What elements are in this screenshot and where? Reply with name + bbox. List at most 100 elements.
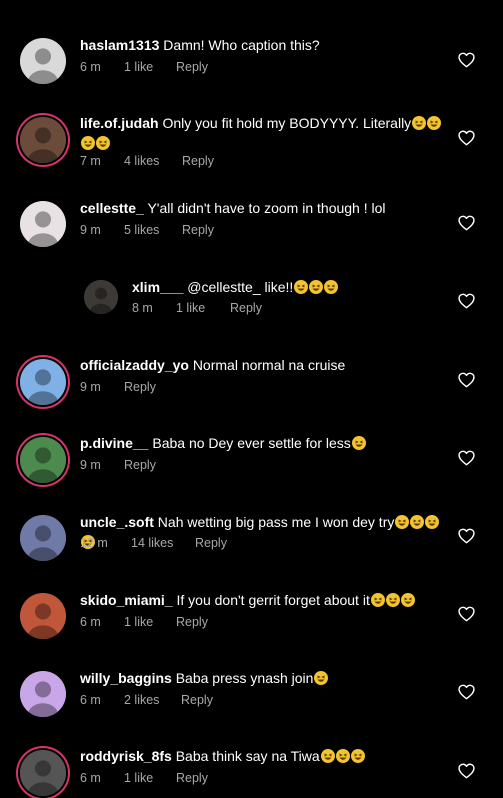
- timestamp: 6 m: [80, 60, 101, 74]
- grinning-squinting-face-emoji: [81, 136, 95, 150]
- reply-button[interactable]: Reply: [176, 60, 208, 74]
- avatar[interactable]: [20, 750, 66, 796]
- comment-text: haslam1313 Damn! Who caption this?: [80, 35, 450, 55]
- grinning-squinting-face-emoji: [294, 280, 309, 294]
- grinning-squinting-face-emoji: [350, 749, 365, 763]
- avatar[interactable]: [20, 437, 66, 483]
- comment-text: skido_miami_ If you don't gerrit forget …: [80, 590, 450, 610]
- comment-body: @cellestte_ like!!: [187, 279, 294, 295]
- avatar[interactable]: [84, 280, 118, 314]
- heart-icon[interactable]: [458, 293, 475, 309]
- comment-body: Baba no Dey ever settle for less: [152, 435, 351, 451]
- timestamp: 7 m: [80, 154, 101, 168]
- comment-body: Baba think say na Tiwa: [175, 748, 320, 764]
- reply-button[interactable]: Reply: [182, 223, 214, 237]
- grinning-squinting-face-emoji: [427, 116, 442, 130]
- comment-body: Damn! Who caption this?: [163, 37, 320, 53]
- comment-meta: 6 m 1 like Reply: [80, 771, 208, 785]
- username[interactable]: willy_baggins: [80, 670, 172, 686]
- likes-count[interactable]: 4 likes: [124, 154, 182, 168]
- timestamp: 6 m: [80, 693, 101, 707]
- avatar[interactable]: [20, 359, 66, 405]
- reply-button[interactable]: Reply: [182, 154, 214, 168]
- username[interactable]: p.divine__: [80, 435, 148, 451]
- avatar[interactable]: [20, 117, 66, 163]
- likes-count[interactable]: 5 likes: [124, 223, 182, 237]
- reply-button[interactable]: Reply: [176, 771, 208, 785]
- comment-meta: 6 m 1 like Reply: [80, 615, 208, 629]
- heart-icon[interactable]: [458, 130, 475, 146]
- username[interactable]: skido_miami_: [80, 592, 173, 608]
- grinning-squinting-face-emoji: [309, 280, 324, 294]
- heart-icon[interactable]: [458, 450, 475, 466]
- likes-count[interactable]: 2 likes: [124, 693, 181, 707]
- likes-count[interactable]: 1 like: [124, 771, 176, 785]
- username[interactable]: officialzaddy_yo: [80, 357, 189, 373]
- heart-icon[interactable]: [458, 528, 475, 544]
- avatar[interactable]: [20, 38, 66, 84]
- username[interactable]: haslam1313: [80, 37, 159, 53]
- comment-text: life.of.judah Only you fit hold my BODYY…: [80, 113, 450, 153]
- grinning-squinting-face-emoji: [395, 515, 410, 529]
- comment-body: Normal normal na cruise: [192, 357, 346, 373]
- avatar[interactable]: [20, 671, 66, 717]
- username[interactable]: roddyrisk_8fs: [80, 748, 172, 764]
- comment-text: roddyrisk_8fs Baba think say na Tiwa: [80, 746, 450, 766]
- username[interactable]: life.of.judah: [80, 115, 159, 131]
- heart-icon[interactable]: [458, 372, 475, 388]
- heart-icon[interactable]: [458, 763, 475, 779]
- username[interactable]: uncle_.soft: [80, 514, 154, 530]
- comment-meta: 8 m 1 like Reply: [132, 301, 262, 315]
- grinning-squinting-face-emoji: [351, 436, 366, 450]
- timestamp: 12 m: [80, 536, 108, 550]
- reply-button[interactable]: Reply: [124, 380, 156, 394]
- comment-body: If you don't gerrit forget about it: [176, 592, 370, 608]
- grinning-squinting-face-emoji: [335, 749, 350, 763]
- username[interactable]: xlim___: [132, 279, 183, 295]
- heart-icon[interactable]: [458, 606, 475, 622]
- comment-text: p.divine__ Baba no Dey ever settle for l…: [80, 433, 450, 453]
- timestamp: 9 m: [80, 458, 101, 472]
- comment-meta: 7 m 4 likes Reply: [80, 154, 214, 168]
- grinning-squinting-face-emoji: [425, 515, 440, 529]
- reply-button[interactable]: Reply: [176, 615, 208, 629]
- comment-body: Y'all didn't have to zoom in though ! lo…: [147, 200, 386, 216]
- likes-count[interactable]: 1 like: [124, 615, 176, 629]
- avatar[interactable]: [20, 593, 66, 639]
- grinning-squinting-face-emoji: [385, 593, 400, 607]
- comment-body: Only you fit hold my BODYYYY. Literally: [162, 115, 412, 131]
- grinning-squinting-face-emoji: [96, 136, 110, 150]
- reply-button[interactable]: Reply: [230, 301, 262, 315]
- comment-meta: 6 m 2 likes Reply: [80, 693, 213, 707]
- likes-count[interactable]: 1 like: [124, 60, 176, 74]
- timestamp: 9 m: [80, 223, 101, 237]
- grinning-squinting-face-emoji: [320, 749, 335, 763]
- comment-meta: 12 m 14 likes Reply: [80, 536, 227, 550]
- grinning-squinting-face-emoji: [314, 671, 329, 685]
- comment-body: Nah wetting big pass me I won dey try: [157, 514, 395, 530]
- comment-meta: 9 m 5 likes Reply: [80, 223, 214, 237]
- comment-meta: 6 m 1 like Reply: [80, 60, 208, 74]
- avatar[interactable]: [20, 201, 66, 247]
- timestamp: 6 m: [80, 771, 101, 785]
- avatar[interactable]: [20, 515, 66, 561]
- username[interactable]: cellestte_: [80, 200, 144, 216]
- heart-icon[interactable]: [458, 52, 475, 68]
- comment-text: officialzaddy_yo Normal normal na cruise: [80, 355, 450, 375]
- reply-button[interactable]: Reply: [124, 458, 156, 472]
- reply-button[interactable]: Reply: [195, 536, 227, 550]
- reply-button[interactable]: Reply: [181, 693, 213, 707]
- comment-text: willy_baggins Baba press ynash join: [80, 668, 450, 688]
- timestamp: 6 m: [80, 615, 101, 629]
- comment-text: cellestte_ Y'all didn't have to zoom in …: [80, 198, 450, 218]
- grinning-squinting-face-emoji: [324, 280, 339, 294]
- likes-count[interactable]: 1 like: [176, 301, 230, 315]
- grinning-squinting-face-emoji: [412, 116, 427, 130]
- likes-count[interactable]: 14 likes: [131, 536, 195, 550]
- comment-meta: 9 m Reply: [80, 458, 156, 472]
- heart-icon[interactable]: [458, 684, 475, 700]
- heart-icon[interactable]: [458, 215, 475, 231]
- comment-meta: 9 m Reply: [80, 380, 156, 394]
- grinning-squinting-face-emoji: [370, 593, 385, 607]
- timestamp: 8 m: [132, 301, 153, 315]
